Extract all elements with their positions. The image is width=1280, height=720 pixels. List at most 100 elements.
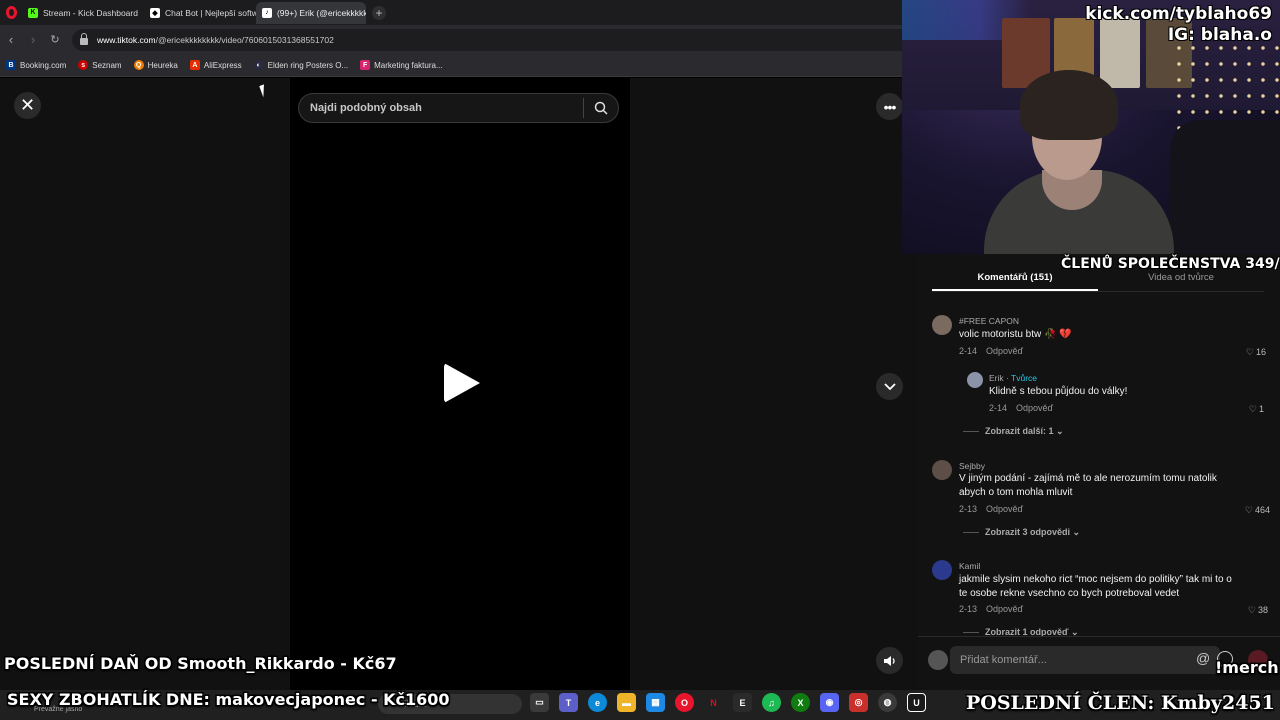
like-button[interactable]: ♡ 464 — [1232, 505, 1270, 516]
aliexpress-icon: A — [189, 60, 200, 70]
last-tax-alert: POSLEDNÍ DAŇ OD Smooth_Rikkardo - Kč67 — [4, 654, 397, 673]
like-button[interactable]: ♡ 38 — [1238, 605, 1268, 616]
merch-command-label: !merch — [1215, 658, 1279, 677]
elden-ring-icon: ◐ — [253, 60, 264, 70]
comment-username[interactable]: Sejbby — [959, 461, 985, 471]
botrix-icon: ◆ — [149, 7, 160, 18]
tab-kick-dashboard[interactable]: K Stream - Kick Dashboard — [22, 2, 144, 24]
webcam-chair — [1170, 120, 1280, 254]
edge-icon[interactable]: e — [588, 693, 607, 712]
show-more-replies-button[interactable]: Zobrazit 3 odpovědi ⌄ — [963, 527, 1080, 538]
netflix-icon[interactable]: N — [704, 693, 723, 712]
webcam-overlay: kick.com/tyblaho69 IG: blaha.o — [902, 0, 1280, 254]
heart-icon: ♡ — [1247, 605, 1256, 615]
url-text: www.tiktok.com/@ericekkkkkkkk/video/7606… — [97, 35, 334, 45]
like-button[interactable]: ♡ 1 — [1240, 404, 1264, 415]
fakturoid-icon: F — [360, 60, 371, 70]
comment-meta: 2-14 Odpověď — [959, 346, 1024, 356]
comment-username[interactable]: #FREE CAPON — [959, 316, 1019, 326]
heureka-icon: Q — [133, 60, 144, 70]
back-button[interactable]: ‹ — [0, 32, 22, 47]
reply-button[interactable]: Odpověď — [986, 346, 1023, 356]
chrome-icon[interactable]: ◍ — [878, 693, 897, 712]
opera-logo-icon[interactable] — [0, 0, 22, 25]
tab-label: Stream - Kick Dashboard — [43, 7, 138, 18]
bookmarks-bar: B Booking.com s Seznam Q Heureka A AliExpres… — [0, 54, 902, 77]
store-icon[interactable]: ▦ — [646, 693, 665, 712]
url-field[interactable]: www.tiktok.com/@ericekkkkkkkk/video/7606… — [72, 29, 902, 51]
comment-text: jakmile slysim nekoho rict “moc nejsem d… — [959, 574, 1232, 599]
avatar[interactable] — [932, 460, 952, 480]
reply-button[interactable]: Odpověď — [1016, 403, 1053, 413]
address-bar: ‹ › ↻ www.tiktok.com/@ericekkkkkkkk/vide… — [0, 25, 902, 54]
richest-of-day-alert: SEXY ZBOHATLÍK DNE: makovecjaponec - Kč1… — [7, 690, 450, 709]
play-icon[interactable] — [444, 363, 480, 403]
spotify-icon[interactable]: ♫ — [762, 693, 781, 712]
next-video-chevron-down-icon[interactable] — [876, 373, 903, 400]
heart-icon: ♡ — [1244, 505, 1253, 515]
tab-tiktok[interactable]: ♪ (99+) Erik (@ericekkkkkkkk — [255, 1, 366, 24]
comment-meta: 2-13 Odpověď — [959, 504, 1024, 514]
avatar[interactable] — [932, 315, 952, 335]
file-explorer-icon[interactable]: ▬ — [617, 693, 636, 712]
instagram-label: IG: blaha.o — [1167, 25, 1272, 45]
kick-url-label: kick.com/tyblaho69 — [1085, 4, 1272, 24]
booking-icon: B — [6, 60, 16, 70]
obs-icon[interactable]: ◎ — [849, 693, 868, 712]
reload-button[interactable]: ↻ — [44, 33, 66, 46]
avatar[interactable] — [932, 560, 952, 580]
bookmark-aliexpress[interactable]: A AliExpress — [189, 60, 242, 70]
tiktok-icon: ♪ — [261, 7, 272, 18]
tab-chat-bot[interactable]: ◆ Chat Bot | Nejlepší softwa — [144, 2, 256, 24]
forward-button[interactable]: › — [22, 32, 44, 47]
comment-text: volic motoristu btw 🥀 💔 — [959, 329, 1072, 340]
search-icon[interactable] — [584, 101, 618, 115]
xbox-icon[interactable]: X — [791, 693, 810, 712]
members-counter: ČLENŮ SPOLEČENSTVA 349/350 — [1061, 256, 1280, 272]
task-view-icon[interactable]: ▭ — [530, 693, 549, 712]
last-member-alert: POSLEDNÍ ČLEN: Kmby2451 — [966, 692, 1275, 714]
bookmark-seznam[interactable]: s Seznam — [78, 60, 122, 70]
webcam-poster — [1100, 18, 1140, 88]
mention-icon[interactable]: @ — [1196, 650, 1210, 666]
comment-text: Klidně s tebou půjdou do války! — [989, 386, 1128, 397]
comment-username[interactable]: Erik · Tvůrce — [989, 373, 1037, 383]
comment-username[interactable]: Kamil — [959, 561, 980, 571]
webcam-person-hair — [1020, 70, 1118, 140]
bookmark-heureka[interactable]: Q Heureka — [133, 60, 178, 70]
epic-games-icon[interactable]: E — [733, 693, 752, 712]
discord-icon[interactable]: ◉ — [820, 693, 839, 712]
bookmark-elden-ring[interactable]: ◐ Elden ring Posters O... — [253, 60, 348, 70]
like-button[interactable]: ♡ 16 — [1240, 347, 1266, 358]
new-tab-button[interactable]: + — [371, 5, 386, 20]
close-video-button[interactable]: ✕ — [14, 92, 41, 119]
tab-creator-videos[interactable]: Videa od tvůrce — [1098, 270, 1264, 291]
bookmark-booking[interactable]: B Booking.com — [6, 60, 66, 70]
search-input[interactable]: Najdi podobný obsah — [299, 102, 583, 114]
heart-icon: ♡ — [1248, 404, 1257, 414]
avatar — [928, 650, 948, 670]
comment-input[interactable]: Přidat komentář... — [950, 646, 1220, 674]
screen: K Stream - Kick Dashboard ◆ Chat Bot | N… — [0, 0, 1280, 720]
tab-comments[interactable]: Komentářů (151) — [932, 270, 1098, 291]
tab-label: Chat Bot | Nejlepší softwa — [164, 7, 256, 18]
volume-icon[interactable] — [876, 647, 903, 674]
reply-button[interactable]: Odpověď — [986, 604, 1023, 614]
lock-icon — [80, 33, 88, 45]
kick-icon: K — [28, 7, 38, 18]
comment-meta: 2-13 Odpověď — [959, 604, 1024, 614]
comment-text: V jiným podání - zajímá mě to ale nerozu… — [959, 473, 1217, 498]
teams-icon[interactable]: T — [559, 693, 578, 712]
unreal-icon[interactable]: U — [907, 693, 926, 712]
opera-icon[interactable]: O — [675, 693, 694, 712]
seznam-icon: s — [78, 60, 89, 70]
similar-content-search[interactable]: Najdi podobný obsah — [298, 93, 619, 123]
avatar[interactable] — [967, 372, 983, 388]
comments-tabs: Komentářů (151) Videa od tvůrce — [932, 270, 1264, 292]
creator-badge: · Tvůrce — [1006, 373, 1038, 383]
taskbar-apps: ▭ T e ▬ ▦ O N E ♫ X ◉ ◎ ◍ U — [530, 693, 926, 712]
bookmark-marketing[interactable]: F Marketing faktura... — [360, 60, 443, 70]
show-more-replies-button[interactable]: Zobrazit další: 1 ⌄ — [963, 426, 1064, 437]
more-options-icon[interactable]: ••• — [876, 93, 903, 120]
reply-button[interactable]: Odpověď — [986, 504, 1023, 514]
